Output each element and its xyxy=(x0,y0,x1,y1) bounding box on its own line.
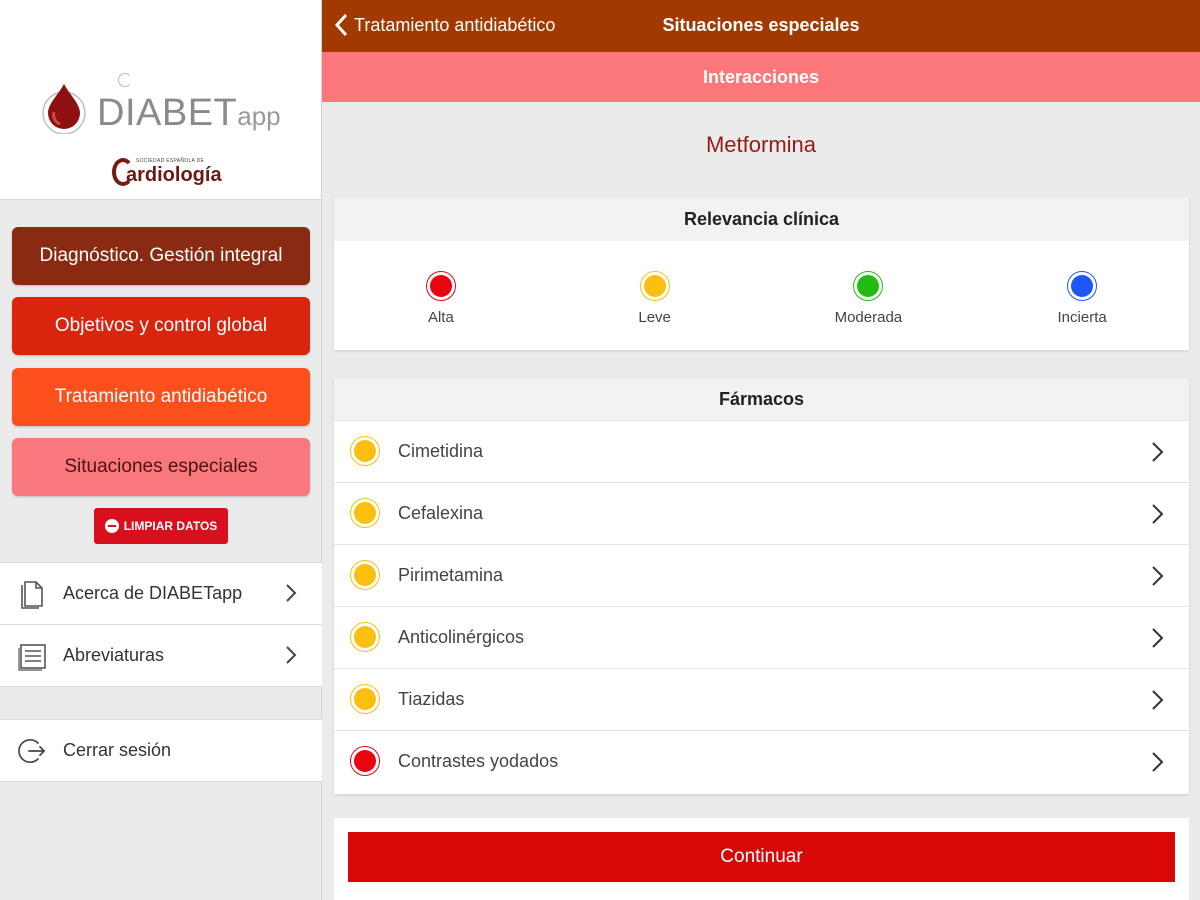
continue-area: Continuar xyxy=(334,818,1189,900)
relevance-title: Relevancia clínica xyxy=(334,197,1189,241)
page-title: Situaciones especiales xyxy=(662,15,860,35)
nav-tratamiento[interactable]: Tratamiento antidiabético xyxy=(12,368,310,426)
drug-item-label: Cefalexina xyxy=(398,503,484,523)
logout-icon xyxy=(18,739,46,763)
list-item[interactable]: Contrastes yodados xyxy=(334,730,1189,792)
clear-data-button[interactable]: LIMPIAR DATOS xyxy=(94,508,228,544)
logout-button[interactable]: Cerrar sesión xyxy=(0,720,322,782)
relevance-dot-icon xyxy=(1067,271,1098,301)
legend-item-alta: Alta xyxy=(334,241,548,350)
sidebar-item-abbreviations[interactable]: Abreviaturas xyxy=(0,625,322,687)
list-item[interactable]: Cefalexina xyxy=(334,482,1189,544)
brand-main: DIABET xyxy=(97,92,238,134)
relevance-dot-icon xyxy=(853,271,884,301)
legend-label: Alta xyxy=(427,309,454,326)
drug-name: Metformina xyxy=(705,132,817,157)
blood-drop-logo-icon xyxy=(42,84,86,134)
continue-button[interactable]: Continuar xyxy=(348,832,1175,882)
sidebar-links: Acerca de DIABETapp Abreviaturas xyxy=(0,562,322,687)
nav-diagnostico[interactable]: Diagnóstico. Gestión integral xyxy=(12,227,310,285)
relevance-legend: Alta Leve Moderada Incierta xyxy=(334,241,1189,350)
sidebar-logout-section: Cerrar sesión xyxy=(0,719,322,782)
chevron-right-icon xyxy=(1152,628,1164,648)
legend-item-moderada: Moderada xyxy=(762,241,976,350)
chevron-right-icon xyxy=(1152,504,1164,524)
drugs-title: Fármacos xyxy=(334,378,1189,420)
chevron-right-icon xyxy=(1152,566,1164,586)
logout-label: Cerrar sesión xyxy=(63,740,172,760)
chevron-right-icon xyxy=(1152,752,1164,772)
chevron-right-icon xyxy=(1152,690,1164,710)
sidebar: DIABETapp SOCIEDAD ESPAÑOLA DE ardiologí… xyxy=(0,0,322,900)
sidebar-item-label: Abreviaturas xyxy=(63,645,165,665)
legend-label: Incierta xyxy=(1057,309,1107,326)
list-item[interactable]: Pirimetamina xyxy=(334,544,1189,606)
brand-suffix: app xyxy=(237,101,281,131)
legend-item-leve: Leve xyxy=(548,241,762,350)
relevance-dot-icon xyxy=(425,271,456,301)
sidebar-item-about[interactable]: Acerca de DIABETapp xyxy=(0,563,322,625)
relevance-dot-icon xyxy=(350,560,380,590)
relevance-card: Relevancia clínica Alta Leve Moderada In… xyxy=(334,197,1189,350)
brand-name: DIABETapp xyxy=(97,92,281,135)
society-name: ardiología xyxy=(126,164,222,186)
list-item[interactable]: Cimetidina xyxy=(334,420,1189,482)
relevance-dot-icon xyxy=(639,271,670,301)
sidebar-item-label: Acerca de DIABETapp xyxy=(63,583,243,603)
relevance-dot-icon xyxy=(350,498,380,528)
drug-item-label: Contrastes yodados xyxy=(398,751,559,771)
logo-area: DIABETapp SOCIEDAD ESPAÑOLA DE ardiologí… xyxy=(0,0,321,200)
minus-circle-icon xyxy=(104,519,119,533)
legend-label: Moderada xyxy=(834,309,903,326)
relevance-dot-icon xyxy=(350,684,380,714)
relevance-dot-icon xyxy=(350,622,380,652)
relevance-dot-icon xyxy=(350,746,380,776)
brand-moon-icon xyxy=(118,73,132,87)
list-item[interactable]: Anticolinérgicos xyxy=(334,606,1189,668)
chevron-right-icon xyxy=(286,646,297,664)
clear-data-label: LIMPIAR DATOS xyxy=(123,519,218,533)
chevron-right-icon xyxy=(286,584,297,602)
top-bar: Tratamiento antidiabético Situaciones es… xyxy=(322,0,1200,52)
drug-item-label: Anticolinérgicos xyxy=(398,627,525,647)
list-icon xyxy=(18,644,46,671)
relevance-dot-icon xyxy=(350,436,380,466)
drug-item-label: Cimetidina xyxy=(398,441,484,461)
legend-label: Leve xyxy=(638,309,671,326)
nav-objetivos[interactable]: Objetivos y control global xyxy=(12,297,310,355)
section-title: Interacciones xyxy=(322,52,1200,102)
chevron-right-icon xyxy=(1152,442,1164,462)
drugs-card: Fármacos Cimetidina Cefalexina Pirimetam… xyxy=(334,378,1189,794)
nav-situaciones[interactable]: Situaciones especiales xyxy=(12,438,310,496)
document-icon xyxy=(21,581,43,609)
drug-item-label: Tiazidas xyxy=(398,689,465,709)
legend-item-incierta: Incierta xyxy=(975,241,1189,350)
list-item[interactable]: Tiazidas xyxy=(334,668,1189,730)
drug-item-label: Pirimetamina xyxy=(398,565,504,585)
